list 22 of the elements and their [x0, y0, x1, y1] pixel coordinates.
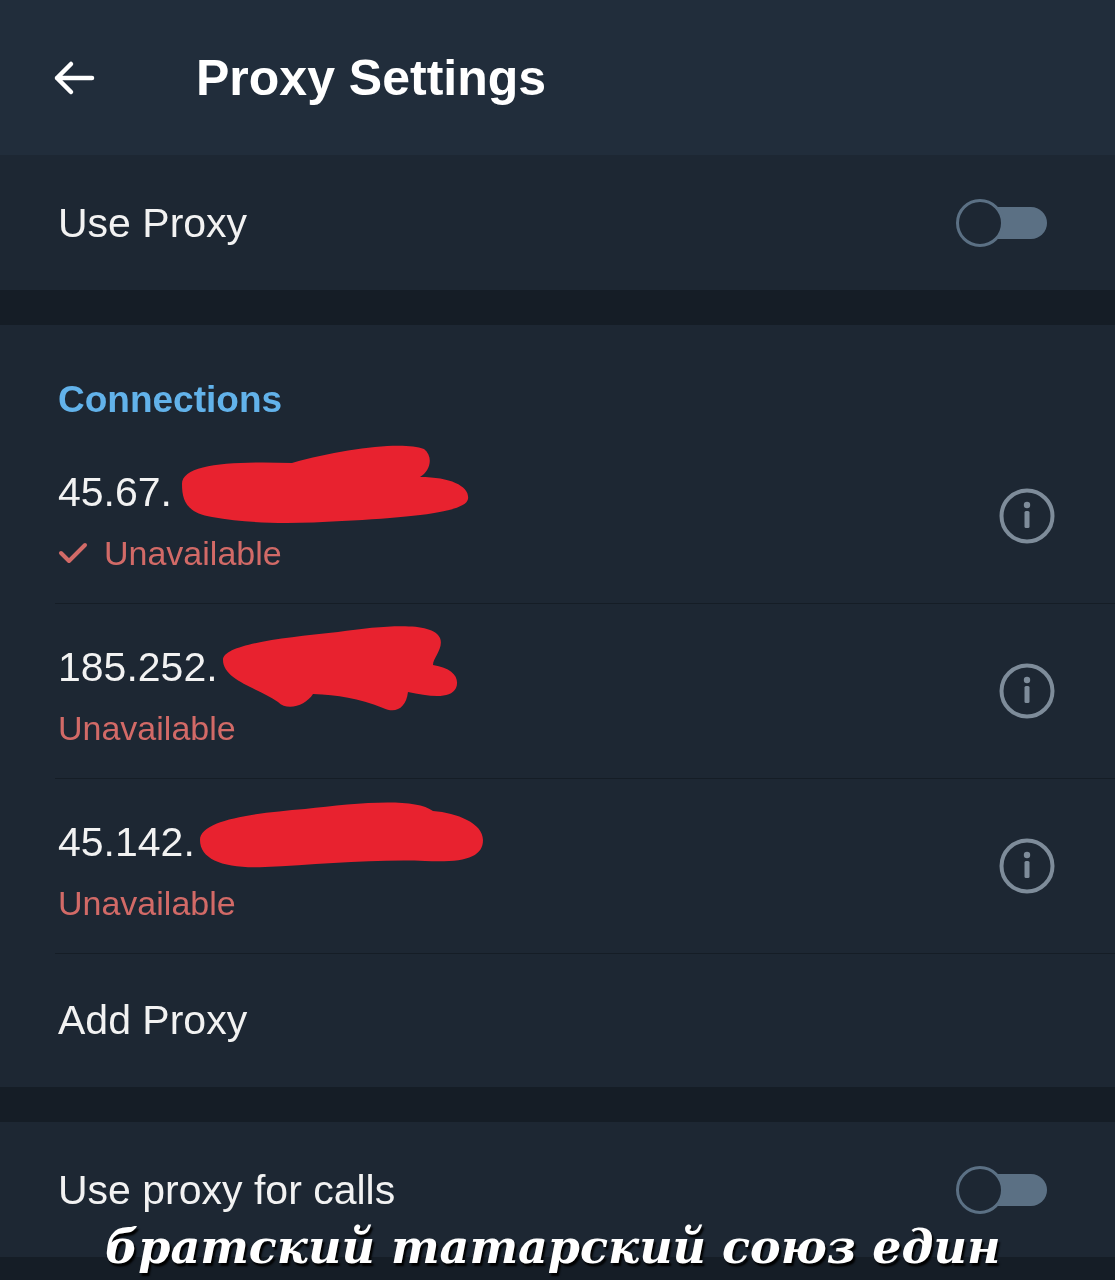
status-text: Unavailable: [104, 533, 282, 573]
info-button[interactable]: [999, 663, 1055, 719]
caption-text: братский татарский союз един: [105, 1220, 1001, 1274]
status-text: Unavailable: [58, 708, 236, 748]
back-arrow-icon: [53, 59, 95, 96]
info-icon: [999, 663, 1055, 719]
proxy-address: 45.67.: [58, 469, 172, 515]
info-button[interactable]: [999, 838, 1055, 894]
proxy-address: 185.252.: [58, 644, 218, 690]
proxy-address: 45.142.: [58, 819, 195, 865]
setting-label: Use Proxy: [58, 198, 248, 247]
toggle-switch[interactable]: [955, 197, 1047, 248]
info-icon: [999, 488, 1055, 544]
toggle-switch[interactable]: [955, 1164, 1047, 1215]
setting-label: Use proxy for calls: [58, 1165, 396, 1214]
section-title: Connections: [58, 378, 283, 422]
back-button[interactable]: [53, 59, 95, 96]
add-proxy-item[interactable]: Add Proxy: [0, 954, 1115, 1087]
info-button[interactable]: [999, 488, 1055, 544]
screen-title: Proxy Settings: [196, 48, 547, 107]
status-text: Unavailable: [58, 883, 236, 923]
info-icon: [999, 838, 1055, 894]
